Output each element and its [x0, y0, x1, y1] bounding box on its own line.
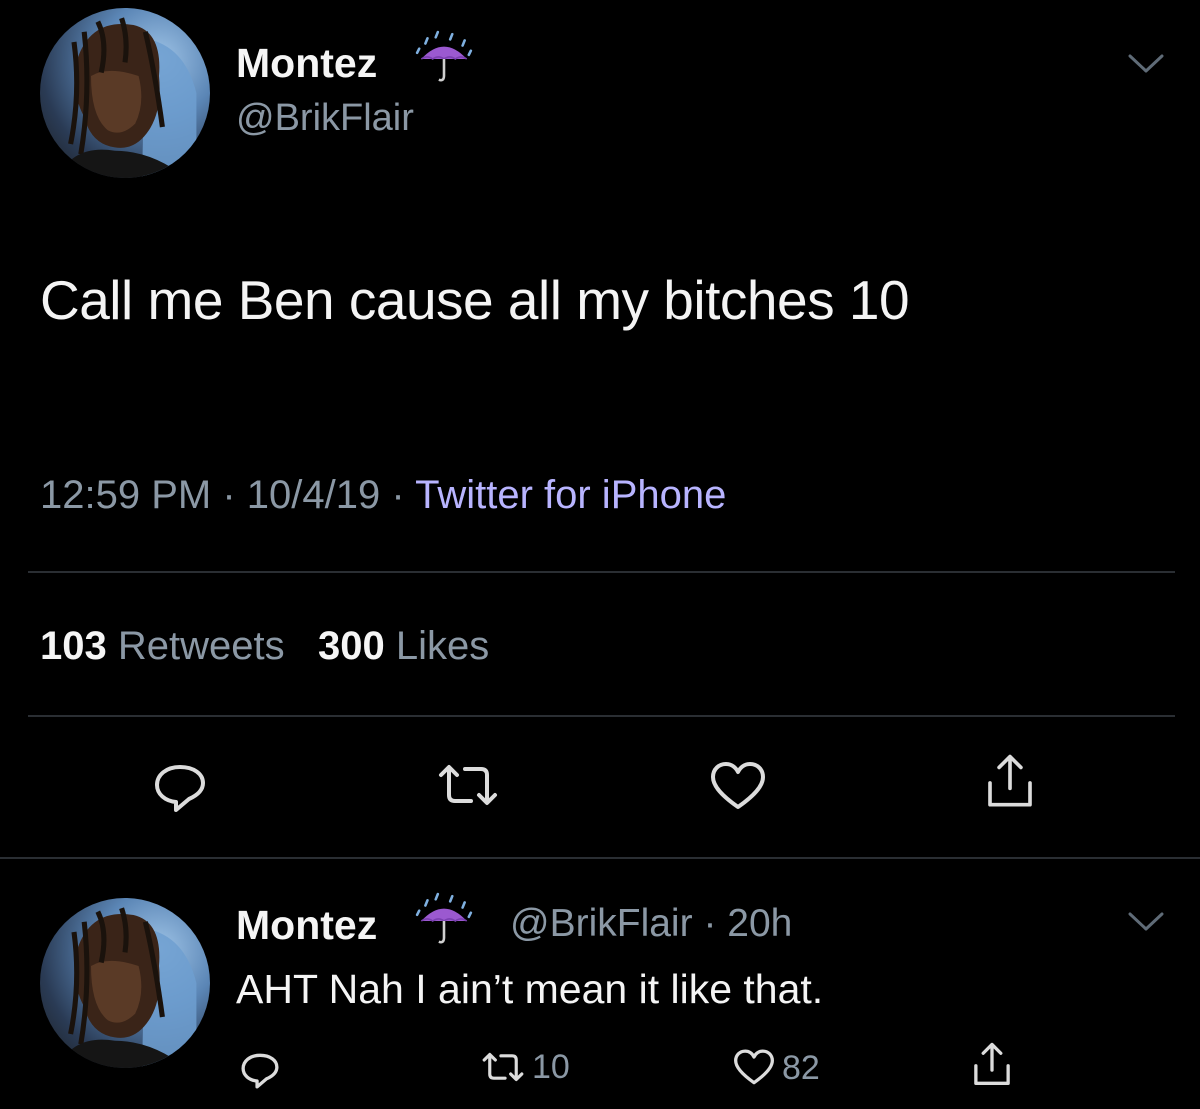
- reply-handle[interactable]: @BrikFlair: [510, 902, 693, 945]
- reply-share-button[interactable]: [970, 1040, 1014, 1090]
- avatar-photo: [57, 907, 197, 1068]
- author-handle[interactable]: @BrikFlair: [236, 97, 414, 140]
- reply-likes-count: 82: [782, 1048, 820, 1087]
- share-button[interactable]: [980, 752, 1040, 812]
- reply-handle-time: @BrikFlair · 20h: [510, 902, 792, 946]
- tweet-meta: 12:59 PM · 10/4/19 · Twitter for iPhone: [40, 473, 726, 518]
- meta-separator: ·: [222, 473, 236, 517]
- reply-button[interactable]: [150, 757, 210, 817]
- heart-icon: [734, 1049, 774, 1085]
- umbrella-rain-emoji-icon: [413, 890, 475, 952]
- reply-time[interactable]: 20h: [727, 902, 792, 945]
- avatar-photo: [57, 17, 197, 178]
- chevron-down-icon[interactable]: [1126, 52, 1166, 76]
- likes-count: 300: [317, 624, 385, 668]
- divider: [28, 571, 1175, 573]
- author-name[interactable]: Montez: [236, 40, 377, 87]
- retweets-label: Retweets: [117, 624, 285, 668]
- reply-retweet-button[interactable]: 10: [480, 1046, 570, 1088]
- tweet-source-link[interactable]: Twitter for iPhone: [415, 473, 726, 517]
- heart-icon: [711, 762, 765, 809]
- share-icon: [974, 1042, 1010, 1085]
- reply-text: AHT Nah I ain’t mean it like that.: [236, 966, 824, 1012]
- retweets-stat[interactable]: 103 Retweets: [40, 624, 296, 668]
- tweet-stats: 103 Retweets 300 Likes: [40, 624, 489, 669]
- divider: [0, 857, 1200, 859]
- reply-author-avatar[interactable]: [40, 898, 210, 1068]
- chevron-down-icon[interactable]: [1126, 910, 1166, 934]
- tweet-date[interactable]: 10/4/19: [247, 473, 380, 517]
- retweet-icon: [439, 765, 497, 805]
- reply-icon: [155, 765, 205, 812]
- umbrella-rain-emoji-icon: [413, 28, 475, 90]
- share-icon: [988, 754, 1032, 807]
- retweets-count: 103: [40, 624, 107, 668]
- retweet-icon: [482, 1052, 524, 1082]
- divider: [28, 715, 1175, 717]
- likes-stat[interactable]: 300 Likes: [318, 624, 489, 668]
- reply-icon: [241, 1053, 279, 1089]
- meta-separator: ·: [703, 902, 717, 945]
- reply-like-button[interactable]: 82: [732, 1046, 820, 1090]
- likes-label: Likes: [395, 624, 490, 668]
- retweet-button[interactable]: [435, 755, 501, 815]
- meta-separator: ·: [391, 473, 405, 517]
- reply-author-name[interactable]: Montez: [236, 902, 377, 949]
- tweet-text: Call me Ben cause all my bitches 10: [40, 269, 910, 331]
- author-avatar[interactable]: [40, 8, 210, 178]
- tweet-time[interactable]: 12:59 PM: [40, 473, 211, 517]
- reply-reply-button[interactable]: [238, 1048, 282, 1092]
- reply-retweets-count: 10: [532, 1047, 570, 1086]
- like-button[interactable]: [708, 757, 768, 817]
